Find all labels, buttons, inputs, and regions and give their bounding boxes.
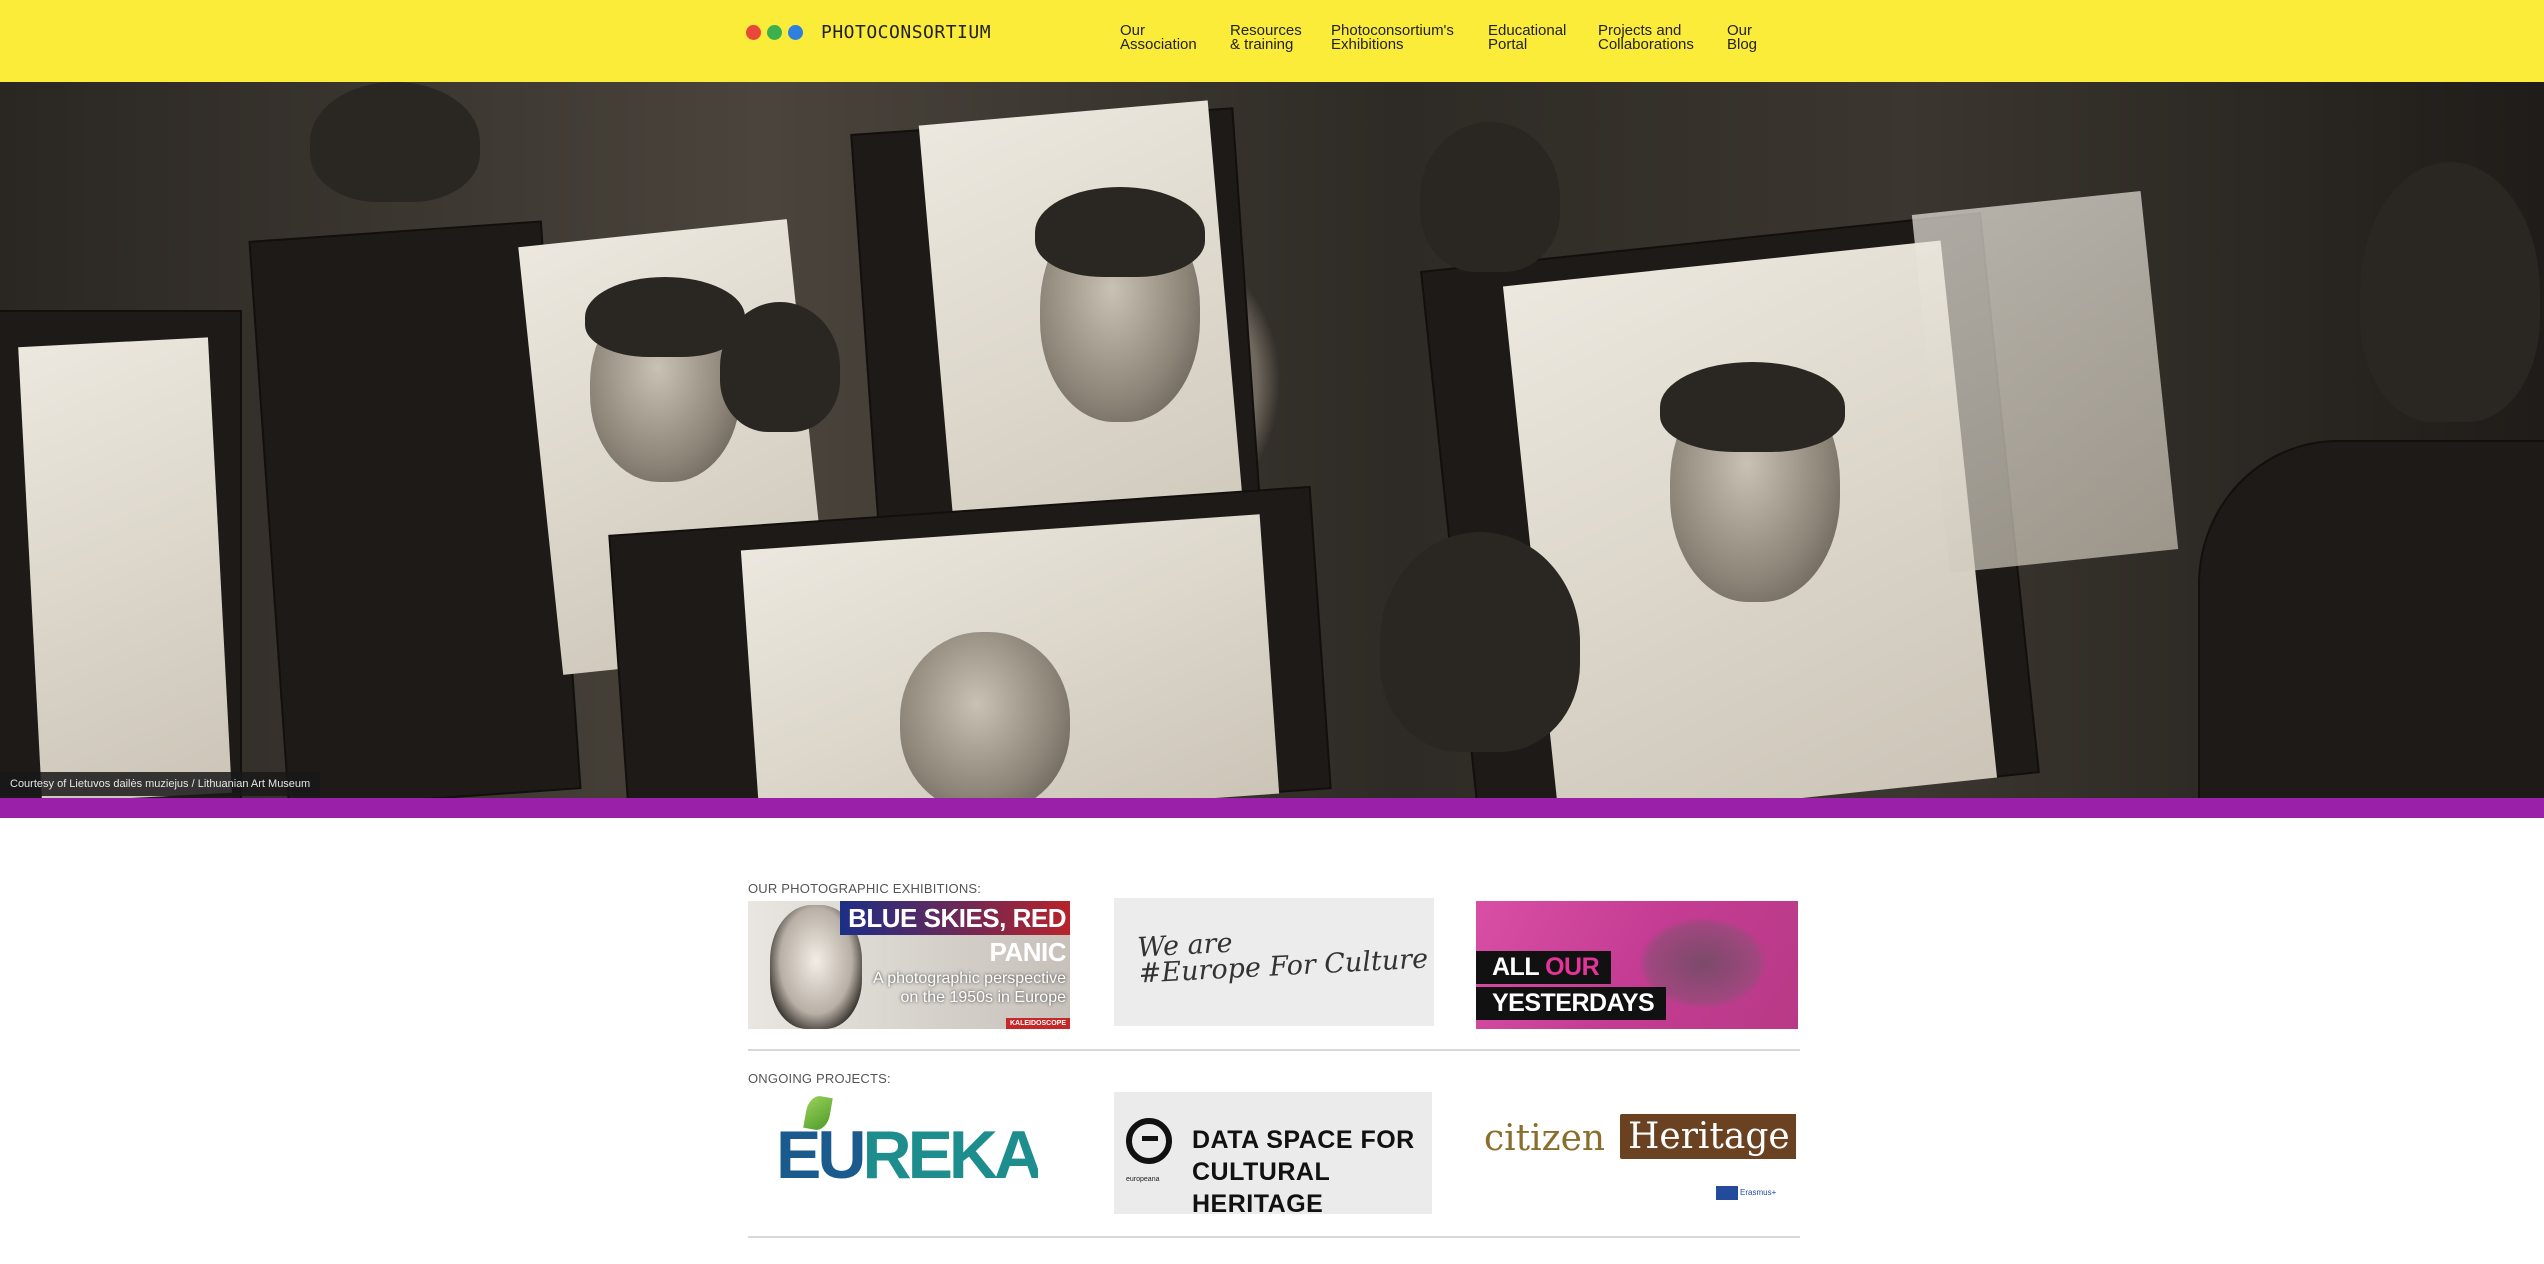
- logo-text: PHOTOCONSORTIUM: [821, 22, 992, 43]
- project-citizen-heritage[interactable]: citizen Heritage Erasmus+: [1476, 1108, 1796, 1204]
- exhibition-all-our-yesterdays[interactable]: ALL OUR YESTERDAYS: [1476, 901, 1798, 1029]
- exhibitions-label: OUR PHOTOGRAPHIC EXHIBITIONS:: [748, 881, 982, 896]
- projects-label: ONGOING PROJECTS:: [748, 1071, 891, 1086]
- logo-dot-blue: [788, 25, 803, 40]
- accent-bar: [0, 798, 2544, 818]
- logo-dot-red: [746, 25, 761, 40]
- student-body: [2200, 442, 2544, 798]
- europeana-wordmark: europeana: [1126, 1176, 1160, 1183]
- section-divider: [748, 1049, 1800, 1051]
- exhibition-europe-for-culture[interactable]: We are #Europe For Culture: [1114, 898, 1434, 1026]
- nav-resources-training[interactable]: Resources & training: [1230, 23, 1302, 52]
- aoy-line-1: ALL OUR: [1476, 951, 1612, 984]
- logo-dot-green: [767, 25, 782, 40]
- exhibition-blue-skies-red-panic[interactable]: BLUE SKIES, RED PANIC A photographic per…: [748, 901, 1070, 1029]
- student-head: [310, 82, 480, 202]
- exhibition-title: BLUE SKIES, RED PANIC: [840, 901, 1070, 967]
- image-credit: Courtesy of Lietuvos dailės muziejus / L…: [0, 772, 321, 796]
- nav-our-blog[interactable]: Our Blog: [1727, 23, 1767, 52]
- citizen-text: citizen: [1484, 1118, 1606, 1159]
- project-data-space-cultural-heritage[interactable]: europeana DATA SPACE FOR CULTURAL HERITA…: [1114, 1092, 1432, 1214]
- site-header: PHOTOCONSORTIUM Our Association Resource…: [0, 0, 2544, 82]
- eu-flag-icon: [1716, 1186, 1738, 1200]
- eureka3d-logo-text: EUREKA3D: [776, 1117, 1038, 1193]
- student-head: [720, 302, 840, 432]
- section-divider: [748, 1236, 1800, 1238]
- nav-our-association[interactable]: Our Association: [1120, 23, 1197, 52]
- exhibition-subtitle: A photographic perspective on the 1950s …: [872, 970, 1066, 1006]
- student-head: [1380, 532, 1580, 752]
- hero-image: Courtesy of Lietuvos dailės muziejus / L…: [0, 82, 2544, 798]
- drawn-portrait: [900, 632, 1070, 798]
- europeana-logo-icon: [1126, 1118, 1172, 1164]
- erasmus-label: Erasmus+: [1740, 1188, 1777, 1197]
- drawing-paper: [18, 337, 232, 798]
- nav-projects-collaborations[interactable]: Projects and Collaborations: [1598, 23, 1694, 52]
- drawn-hair: [1035, 187, 1205, 277]
- site-logo[interactable]: PHOTOCONSORTIUM: [746, 22, 991, 43]
- drawn-hair: [585, 277, 745, 357]
- drawn-hair: [1660, 362, 1845, 452]
- nav-exhibitions[interactable]: Photoconsortium's Exhibitions: [1331, 23, 1454, 52]
- data-space-text: DATA SPACE FOR CULTURAL HERITAGE: [1192, 1126, 1415, 1214]
- student-head: [2360, 162, 2540, 422]
- nav-educational-portal[interactable]: Educational Portal: [1488, 23, 1566, 52]
- main-nav: Our Association Resources & training Pho…: [1120, 23, 1801, 52]
- aoy-line-2: YESTERDAYS: [1476, 987, 1667, 1020]
- kaleidoscope-tag: KALEIDOSCOPE: [1005, 1018, 1070, 1029]
- europe-for-culture-text: We are #Europe For Culture: [1136, 927, 1429, 990]
- drawing-paper: [1911, 190, 2179, 574]
- heritage-text: Heritage: [1620, 1114, 1796, 1159]
- student-head: [1420, 122, 1560, 272]
- project-eureka3d[interactable]: EUREKA3D: [776, 1096, 1038, 1206]
